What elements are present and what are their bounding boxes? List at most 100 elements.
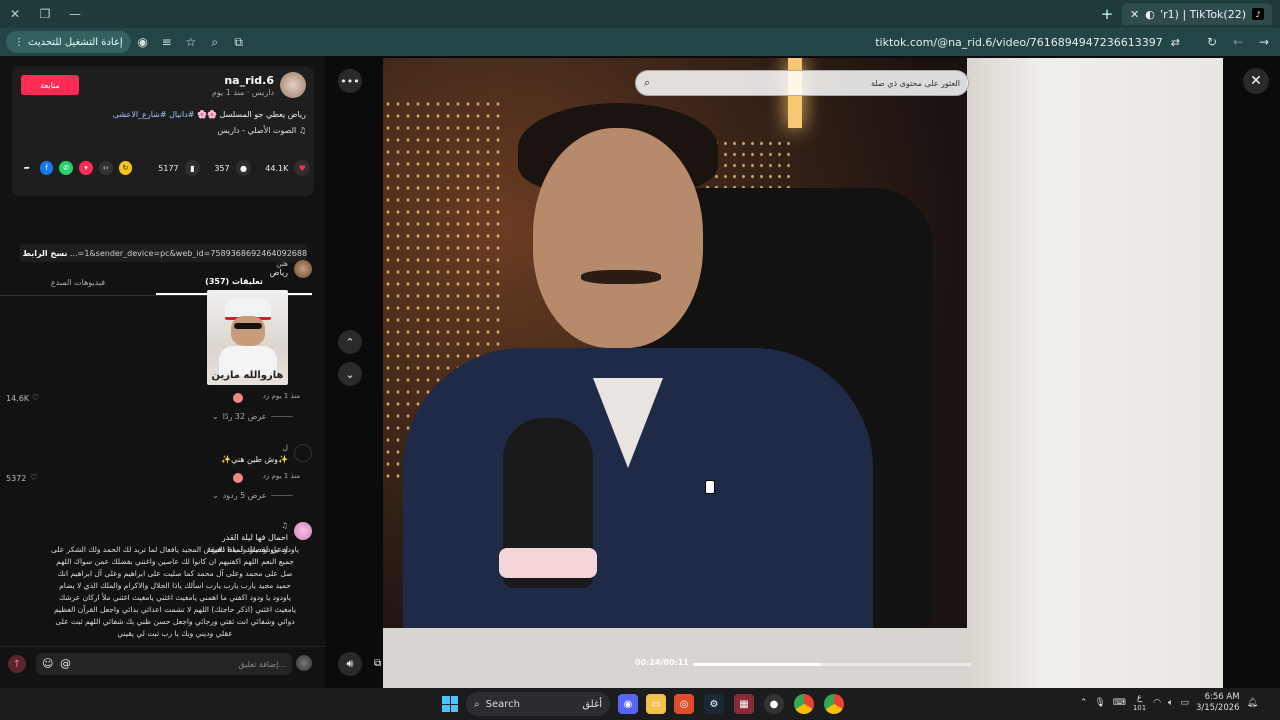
comment-author[interactable]: ل [221, 443, 288, 452]
discord-icon[interactable]: ◉ [618, 694, 638, 714]
comment-meta[interactable]: منذ 1 يوم رد [263, 472, 300, 480]
friends-share-icon[interactable]: ▾ [79, 161, 93, 175]
facebook-share-icon[interactable]: f [39, 161, 54, 175]
previous-video-button[interactable]: ⌃ [338, 330, 362, 354]
likes-count: 44.1K [265, 163, 289, 173]
comment-author[interactable]: هتن [270, 259, 288, 268]
tab-tiktok[interactable]: ✕ ◐ r_G7 (@bn7r1) | TikTok(22) ♪ [1122, 3, 1272, 25]
copy-link-button[interactable]: نسخ الرابط [20, 244, 70, 262]
embed-icon[interactable]: ‹› [98, 161, 113, 175]
video-search-bar[interactable]: ⌕ العثور على محتوى ذي صلة [635, 70, 969, 96]
back-icon[interactable]: → [1252, 31, 1276, 53]
author-name[interactable]: na_rid.6 [224, 74, 274, 87]
view-replies-label: عرض 5 ردود [222, 491, 267, 500]
author-subtitle: داريس · منذ 1 يوم [211, 88, 274, 97]
comment-long-text: ياودود ياودود ياودود ياذا العرش المجيد ي… [50, 545, 300, 638]
windows-logo-tile [450, 704, 458, 712]
windows-logo-tile [442, 696, 450, 704]
comment-text: ✨وش طين هني✨ [221, 455, 288, 464]
comment-text: رياض [269, 268, 288, 277]
follow-button[interactable]: متابعة [21, 75, 79, 95]
reload-icon[interactable]: ↻ [1200, 31, 1224, 53]
comment-composer: ↑ إضافة تعليق... @ ☺ [0, 646, 326, 688]
steam-icon[interactable]: ⚙ [704, 694, 724, 714]
keyboard-icon[interactable]: ⌨ [1113, 698, 1126, 708]
wifi-icon[interactable]: ◠ [1153, 698, 1161, 708]
file-explorer-icon[interactable]: ▭ [646, 694, 666, 714]
view-replies-link[interactable]: عرض 5 ردود ⌄ [212, 491, 293, 500]
chrome-profile-icon[interactable] [824, 694, 844, 714]
taskbar-search[interactable]: ⌕ Search أغلق [466, 692, 610, 716]
profile-icon[interactable]: ◉ [131, 31, 155, 53]
close-tab-icon[interactable]: ✕ [1130, 8, 1139, 21]
person-face [533, 128, 703, 348]
comment-avatar[interactable] [294, 260, 312, 278]
next-video-button[interactable]: ⌄ [338, 362, 362, 386]
obs-icon[interactable]: ● [764, 694, 784, 714]
reading-list-icon[interactable]: ≡ [155, 31, 179, 53]
volume-tray-icon[interactable]: 🔈︎ [1168, 698, 1173, 708]
share-arrow-icon[interactable]: ➦ [20, 161, 34, 175]
more-options-button[interactable]: ••• [338, 69, 362, 93]
save-icon[interactable]: ▮ [184, 160, 201, 176]
address-bar[interactable]: tiktok.com/@na_rid.6/video/7616894947236… [230, 31, 1180, 53]
comment-input[interactable]: إضافة تعليق... [36, 653, 292, 675]
zoom-icon[interactable]: ⌕ [203, 31, 227, 53]
battery-icon[interactable]: ▭ [1180, 698, 1189, 708]
microphone-icon[interactable]: 🎙︎ [1094, 698, 1105, 708]
send-comment-button[interactable]: ↑ [8, 655, 26, 673]
mouse-cursor [705, 480, 715, 494]
music-link[interactable]: ♫ الصوت الأصلي - داريس [218, 126, 306, 135]
tab-creator-videos[interactable]: فيديوهات المبدع [0, 270, 156, 295]
comment-avatar[interactable] [294, 522, 312, 540]
comment-meta[interactable]: منذ 1 يوم رد [263, 392, 300, 400]
site-settings-icon[interactable]: ⇄ [1171, 36, 1180, 49]
emoji-icon[interactable]: ☺ [42, 657, 53, 670]
bookmark-star-icon[interactable]: ☆ [179, 31, 203, 53]
comment-like-heart-icon[interactable]: ♡ [30, 473, 37, 482]
comment-icon[interactable]: ● [235, 160, 252, 176]
restore-window-icon[interactable]: ❐ [30, 0, 60, 28]
comment-author[interactable]: ♫ [207, 521, 288, 530]
comment-author-avatar-small [233, 393, 243, 403]
chrome-icon[interactable] [794, 694, 814, 714]
photo-app-icon[interactable]: ▦ [734, 694, 754, 714]
tab-audio-icon[interactable]: ◐ [1145, 8, 1155, 21]
author-avatar[interactable] [280, 72, 306, 98]
forward-icon[interactable]: ← [1226, 31, 1250, 53]
close-window-icon[interactable]: ✕ [0, 0, 30, 28]
video-progress-bar[interactable] [693, 663, 971, 666]
new-tab-button[interactable]: + [1098, 5, 1116, 23]
comment-likes[interactable]: 5372 [6, 474, 26, 483]
comment-likes[interactable]: 14.6K [6, 394, 29, 403]
restart-update-button[interactable]: ⋮ إعادة التشغيل للتحديث [6, 31, 131, 53]
taskbar-clock[interactable]: 6:56 AM 3/15/2026 [1196, 692, 1240, 714]
like-heart-icon[interactable]: ♥ [294, 160, 310, 176]
close-video-button[interactable]: ✕ [1243, 68, 1269, 94]
windows-start-icon[interactable] [440, 694, 460, 714]
update-label: إعادة التشغيل للتحديث [28, 36, 123, 48]
mention-icon[interactable]: @ [60, 657, 71, 670]
repost-icon[interactable]: ↻ [118, 161, 133, 175]
post-description: رياض يعطي جو المسلسل 🌸🌸 #دانيال #شارع_ال… [113, 110, 306, 119]
comment-like-heart-icon[interactable]: ♡ [32, 393, 39, 402]
volume-icon[interactable]: 🔊︎ [338, 652, 362, 676]
picture-in-picture-icon[interactable]: ⧉ [374, 658, 381, 669]
browser-app-icon[interactable]: ◎ [674, 694, 694, 714]
person-mustache [581, 270, 661, 284]
description-hashtags[interactable]: #دانيال #شارع_الاعشى [113, 110, 195, 119]
comment-avatar[interactable] [294, 444, 312, 462]
windows-logo-tile [442, 704, 450, 712]
language-indicator[interactable]: ع 101 [1133, 693, 1146, 713]
view-replies-link[interactable]: عرض 32 ردًا ⌄ [212, 412, 293, 421]
browser-toolbar: ⋮ إعادة التشغيل للتحديث ◉ ≡ ☆ ⌕ ⧉ tiktok… [0, 28, 1280, 56]
video-player[interactable]: ⌕ العثور على محتوى ذي صلة 00:24/00:11 [383, 58, 1223, 688]
sticker-caption: هازوالله مازين [211, 370, 284, 381]
notification-bell-icon[interactable]: 🔔︎ [1247, 698, 1258, 708]
post-stats: ➦ f ✆ ▾ ‹› ↻ 5177 ▮ 357 ● 44.1K ♥ [20, 158, 310, 178]
share-link-text[interactable]: ...=1&sender_device=pc&web_id=7589368692… [70, 249, 307, 258]
minimize-window-icon[interactable]: — [60, 0, 90, 28]
whatsapp-share-icon[interactable]: ✆ [59, 161, 74, 175]
copy-link-bar: نسخ الرابط ...=1&sender_device=pc&web_id… [20, 244, 307, 262]
tray-overflow-icon[interactable]: ⌃ [1080, 698, 1088, 708]
